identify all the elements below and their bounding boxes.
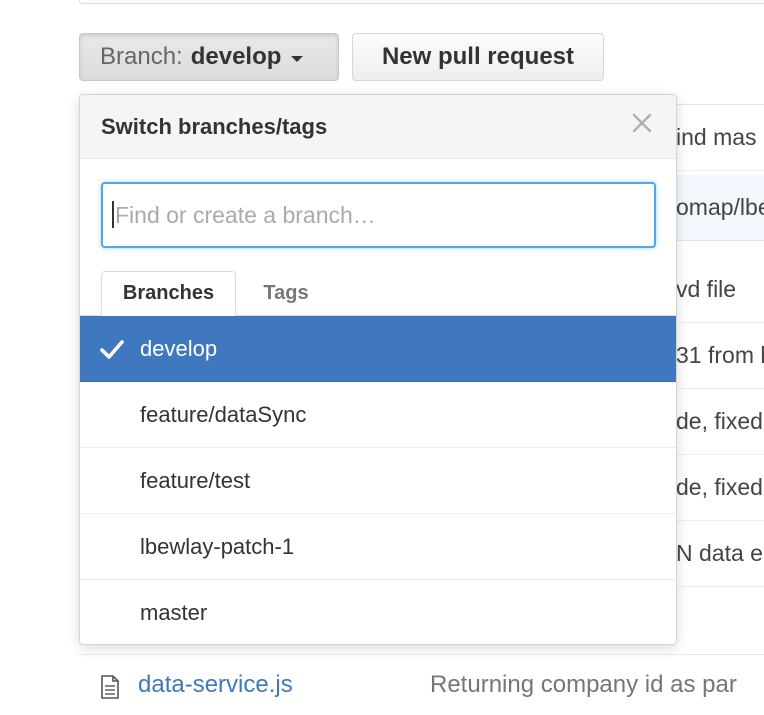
text-cursor [112, 201, 114, 228]
branch-item-lbewlay-patch-1[interactable]: lbewlay-patch-1 [80, 514, 676, 580]
dropdown-title: Switch branches/tags [101, 113, 328, 139]
branch-item-master[interactable]: master [80, 580, 676, 644]
dropdown-header: Switch branches/tags [80, 95, 676, 159]
file-link[interactable]: data-service.js [138, 671, 293, 699]
branch-item-label: lbewlay-patch-1 [140, 533, 295, 559]
new-pull-request-button[interactable]: New pull request [352, 33, 604, 81]
current-branch-name: develop [190, 43, 282, 70]
branch-item-label: feature/test [140, 467, 251, 493]
branch-item-feature-test[interactable]: feature/test [80, 448, 676, 514]
branch-select-button[interactable]: Branch: develop [79, 33, 339, 81]
caret-down-icon [291, 55, 304, 62]
branch-item-label: develop [140, 335, 218, 361]
previous-panel-edge [79, 0, 764, 4]
branch-item-feature-datasync[interactable]: feature/dataSync [80, 382, 676, 448]
file-icon [101, 675, 119, 699]
branch-list: develop feature/dataSync feature/test lb… [80, 316, 676, 644]
close-icon[interactable] [628, 109, 656, 137]
branch-prefix: Branch: [100, 43, 183, 70]
branch-filter-input[interactable] [101, 182, 656, 248]
branch-item-label: feature/dataSync [140, 401, 307, 427]
branch-item-develop[interactable]: develop [80, 316, 676, 382]
tab-branches[interactable]: Branches [101, 271, 236, 316]
branch-item-label: master [140, 600, 208, 625]
commit-message[interactable]: Returning company id as par [430, 671, 737, 699]
branch-dropdown: Switch branches/tags Branches Tags devel… [79, 94, 677, 645]
tab-tags[interactable]: Tags [246, 271, 326, 316]
check-icon [100, 340, 124, 359]
